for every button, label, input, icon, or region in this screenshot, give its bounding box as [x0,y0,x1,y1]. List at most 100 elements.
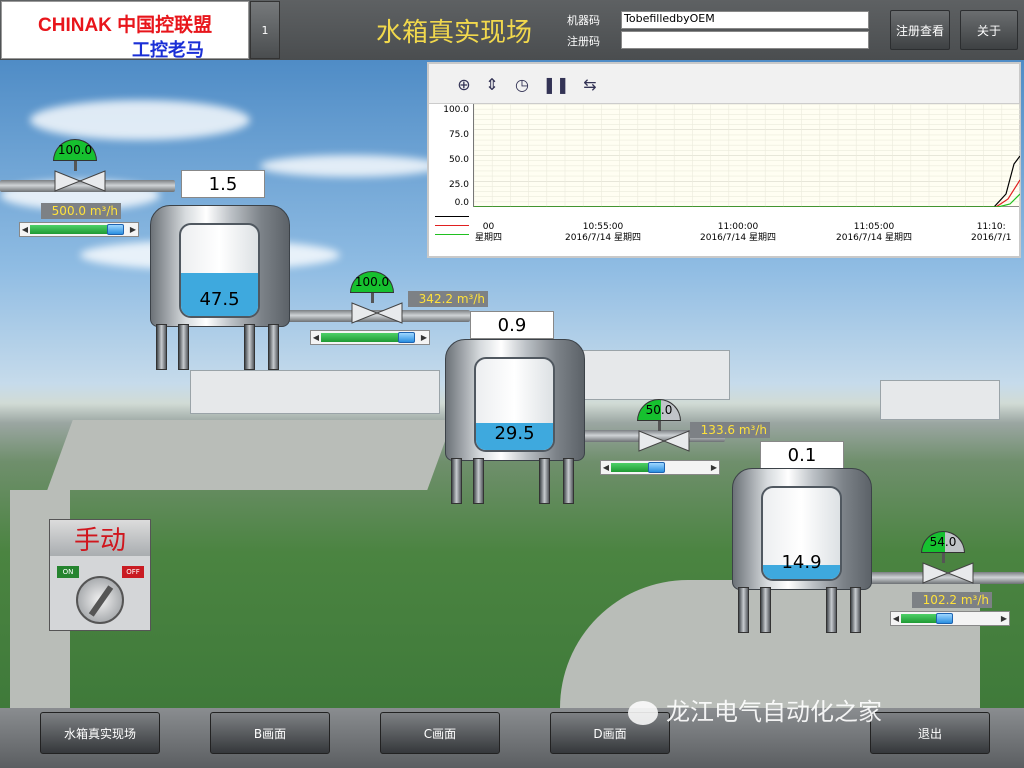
valve4[interactable]: 54.0 [921,531,975,588]
factory-building [880,380,1000,420]
valve1-flow: 500.0 m³/h [41,203,121,219]
x-time: 11:05:00 [853,222,895,232]
valve1-opening: 100.0 [53,139,97,161]
tank1-label: 1.5 [181,170,265,198]
x-label: 00 星期四 [475,222,502,244]
trend-legend [435,212,469,235]
valve3[interactable]: 50.0 [637,399,691,456]
x-label: 10:55:00 2016/7/14 星期四 [565,222,641,244]
tank1: 47.5 [150,198,290,383]
tank2-level: 29.5 [494,423,535,444]
company-logo: CHINAK 中国控联盟 工控老马 [1,1,249,60]
logo-line2: 工控老马 [132,40,204,60]
valve4-opening: 54.0 [921,531,965,553]
valve-icon [638,430,690,452]
slider-thumb[interactable] [648,462,666,473]
valve2-flow: 342.2 m³/h [408,291,488,307]
x-date: 2016/7/1 [971,233,1012,243]
zoom-icon[interactable]: ⊕ [453,73,475,95]
y-tick: 75.0 [448,130,469,140]
off-indicator: OFF [122,566,144,578]
valve-icon [351,302,403,324]
pause-icon[interactable]: ❚❚ [543,73,570,95]
nav-c-button[interactable]: C画面 [380,712,500,754]
slider-left-arrow-icon[interactable]: ◀ [891,612,901,625]
manual-title: 手动 [50,520,150,556]
page-number-button[interactable]: 1 [250,1,280,59]
reg-code-field[interactable] [621,31,869,49]
valve2-slider[interactable]: ◀ ▶ [310,330,430,345]
watermark: 龙江电气自动化之家 [628,692,882,727]
slider-right-arrow-icon[interactable]: ▶ [999,612,1009,625]
trend-plot [473,103,1021,208]
page-title: 水箱真实现场 [376,18,533,48]
valve1-slider[interactable]: ◀ ▶ [19,222,139,237]
exit-button[interactable]: 退出 [870,712,990,754]
y-tick: 50.0 [448,155,469,165]
watermark-text: 龙江电气自动化之家 [666,698,882,726]
slider-left-arrow-icon[interactable]: ◀ [311,331,321,344]
slider-left-arrow-icon[interactable]: ◀ [601,461,611,474]
valve3-slider[interactable]: ◀ ▶ [600,460,720,475]
slider-right-arrow-icon[interactable]: ▶ [128,223,138,236]
legend-series-red [435,225,469,226]
x-label: 11:05:00 2016/7/14 星期四 [836,222,912,244]
tank1-level: 47.5 [199,289,240,310]
x-time: 10:55:00 [582,222,624,232]
y-tick: 0.0 [454,198,469,208]
register-view-button[interactable]: 注册查看 [890,10,950,50]
selector-knob-icon[interactable] [76,576,124,624]
nav-b-button[interactable]: B画面 [210,712,330,754]
x-time: 11:10: [976,222,1006,232]
slider-right-arrow-icon[interactable]: ▶ [419,331,429,344]
tank2: 29.5 [445,332,585,517]
reg-code-label: 注册码 [567,35,600,48]
valve2[interactable]: 100.0 [350,271,404,328]
x-date: 2016/7/14 星期四 [565,233,642,243]
slider-right-arrow-icon[interactable]: ▶ [709,461,719,474]
slider-thumb[interactable] [936,613,954,624]
trend-toolbar: ⊕ ⇕ ◷ ❚❚ ⇆ [429,64,1019,104]
cloud [260,155,440,177]
slider-thumb[interactable] [398,332,416,343]
arrows-icon[interactable]: ⇆ [579,73,601,95]
x-label: 11:00:00 2016/7/14 星期四 [700,222,776,244]
scale-icon[interactable]: ⇕ [481,73,503,95]
slider-left-arrow-icon[interactable]: ◀ [20,223,30,236]
valve4-flow: 102.2 m³/h [912,592,992,608]
logo-line1: CHINAK 中国控联盟 [38,15,213,36]
legend-series-black [435,216,469,217]
about-button[interactable]: 关于 [960,10,1018,50]
x-date: 星期四 [475,233,503,243]
x-date: 2016/7/14 星期四 [700,233,777,243]
valve3-opening: 50.0 [637,399,681,421]
valve-icon [922,562,974,584]
wechat-icon [628,701,658,725]
slider-thumb[interactable] [107,224,125,235]
machine-code-field[interactable]: TobefilledbyOEM [621,11,869,29]
on-indicator: ON [57,566,79,578]
slider-fill [321,333,408,342]
valve4-slider[interactable]: ◀ ▶ [890,611,1010,626]
tank3-level: 14.9 [781,552,822,573]
x-date: 2016/7/14 星期四 [836,233,913,243]
valve2-opening: 100.0 [350,271,394,293]
trend-svg [473,103,1021,208]
legend-series-green [435,234,469,235]
manual-mode-panel: 手动 ON OFF [49,519,151,631]
nav-scene-button[interactable]: 水箱真实现场 [40,712,160,754]
x-time: 11:00:00 [717,222,759,232]
x-time: 00 [482,222,495,232]
treatment-basin [47,420,453,490]
y-tick: 25.0 [448,180,469,190]
valve1[interactable]: 100.0 [53,139,107,196]
tank3: 14.9 [732,461,872,646]
machine-code-label: 机器码 [567,14,600,27]
clock-icon[interactable]: ◷ [511,73,533,95]
valve-icon [54,170,106,192]
factory-building [580,350,730,400]
x-label: 11:10: 2016/7/1 [971,222,1011,244]
trend-panel: ⊕ ⇕ ◷ ❚❚ ⇆ 100.0 75.0 50.0 25.0 0.0 00 星期… [427,62,1021,258]
slider-fill [30,225,117,234]
cloud [30,100,250,140]
